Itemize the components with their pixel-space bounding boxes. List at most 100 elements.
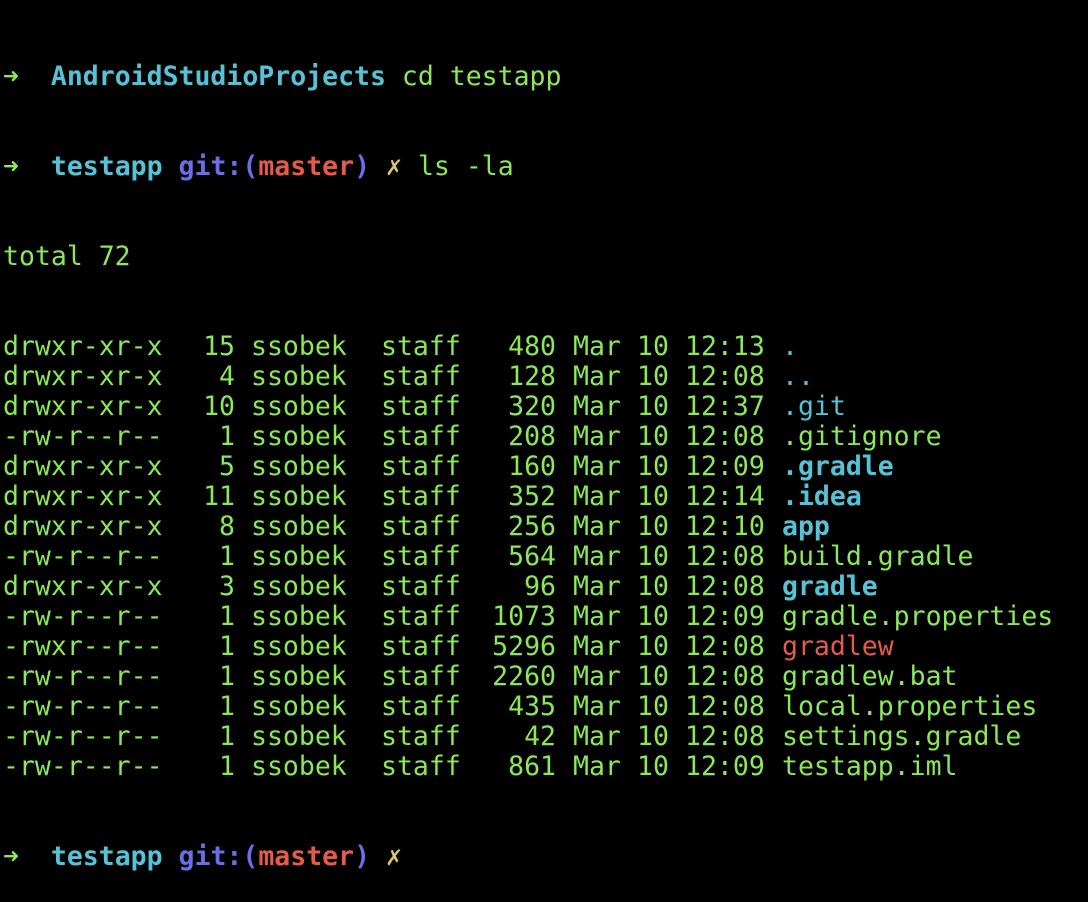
file-name: gradle xyxy=(782,571,878,602)
file-owner: ssobek xyxy=(251,751,347,782)
file-month: Mar xyxy=(573,691,621,722)
file-size: 256 xyxy=(508,511,556,542)
listing-row: drwxr-xr-x 10 ssobek staff 320 Mar 10 12:37 .git xyxy=(3,392,1088,422)
file-time: 12:08 xyxy=(685,571,765,602)
prompt-cwd: AndroidStudioProjects xyxy=(50,61,386,92)
file-group: staff xyxy=(381,661,461,692)
prompt-line-2: ➜ testapp git:(master) ✗ ls -la xyxy=(3,152,1088,182)
file-day: 10 xyxy=(637,361,669,392)
file-group: staff xyxy=(381,721,461,752)
file-name: build.gradle xyxy=(782,541,974,572)
listing-total: total 72 xyxy=(3,241,131,272)
file-day: 10 xyxy=(637,451,669,482)
file-owner: ssobek xyxy=(251,571,347,602)
file-permissions: -rw-r--r-- xyxy=(3,421,163,452)
file-day: 10 xyxy=(637,631,669,662)
file-owner: ssobek xyxy=(251,541,347,572)
git-dirty-icon: ✗ xyxy=(386,841,402,872)
file-time: 12:13 xyxy=(685,331,765,362)
file-time: 12:09 xyxy=(685,601,765,632)
listing-row: -rw-r--r-- 1 ssobek staff 564 Mar 10 12:08 build… xyxy=(3,542,1088,572)
listing-row: drwxr-xr-x 5 ssobek staff 160 Mar 10 12:09 .grad… xyxy=(3,452,1088,482)
file-time: 12:08 xyxy=(685,661,765,692)
file-name: local.properties xyxy=(782,691,1038,722)
file-permissions: drwxr-xr-x xyxy=(3,511,163,542)
file-time: 12:08 xyxy=(685,421,765,452)
file-size: 480 xyxy=(508,331,556,362)
file-permissions: -rw-r--r-- xyxy=(3,541,163,572)
file-group: staff xyxy=(381,331,461,362)
file-day: 10 xyxy=(637,721,669,752)
file-group: staff xyxy=(381,751,461,782)
file-owner: ssobek xyxy=(251,451,347,482)
file-name: . xyxy=(782,331,798,362)
file-owner: ssobek xyxy=(251,631,347,662)
file-link-count: 1 xyxy=(219,601,235,632)
file-time: 12:08 xyxy=(685,361,765,392)
file-month: Mar xyxy=(573,571,621,602)
file-owner: ssobek xyxy=(251,481,347,512)
file-month: Mar xyxy=(573,541,621,572)
file-link-count: 4 xyxy=(219,361,235,392)
file-month: Mar xyxy=(573,721,621,752)
prompt-line-1: ➜ AndroidStudioProjects cd testapp xyxy=(3,62,1088,92)
file-day: 10 xyxy=(637,331,669,362)
file-owner: ssobek xyxy=(251,661,347,692)
file-size: 1073 xyxy=(492,601,556,632)
file-day: 10 xyxy=(637,511,669,542)
file-month: Mar xyxy=(573,751,621,782)
file-size: 564 xyxy=(508,541,556,572)
file-day: 10 xyxy=(637,391,669,422)
file-day: 10 xyxy=(637,661,669,692)
file-group: staff xyxy=(381,391,461,422)
listing-row: -rw-r--r-- 1 ssobek staff 1073 Mar 10 12:09 grad… xyxy=(3,602,1088,632)
file-owner: ssobek xyxy=(251,421,347,452)
listing-row: -rw-r--r-- 1 ssobek staff 435 Mar 10 12:08 local… xyxy=(3,692,1088,722)
file-permissions: drwxr-xr-x xyxy=(3,331,163,362)
prompt-arrow-icon: ➜ xyxy=(3,151,19,182)
file-day: 10 xyxy=(637,481,669,512)
terminal-window[interactable]: ➜ AndroidStudioProjects cd testapp ➜ tes… xyxy=(0,0,1088,872)
file-time: 12:10 xyxy=(685,511,765,542)
file-permissions: drwxr-xr-x xyxy=(3,361,163,392)
file-size: 128 xyxy=(508,361,556,392)
file-owner: ssobek xyxy=(251,691,347,722)
file-month: Mar xyxy=(573,391,621,422)
prompt-line-3[interactable]: ➜ testapp git:(master) ✗ xyxy=(3,842,1088,872)
file-name: app xyxy=(782,511,830,542)
git-label: git: xyxy=(178,151,243,182)
file-size: 96 xyxy=(524,571,556,602)
listing-row: drwxr-xr-x 3 ssobek staff 96 Mar 10 12:08 gradle xyxy=(3,572,1088,602)
file-link-count: 1 xyxy=(219,691,235,722)
file-permissions: drwxr-xr-x xyxy=(3,481,163,512)
git-close-paren: ) xyxy=(354,151,371,182)
file-time: 12:09 xyxy=(685,451,765,482)
file-month: Mar xyxy=(573,631,621,662)
listing-row: drwxr-xr-x 8 ssobek staff 256 Mar 10 12:10 app xyxy=(3,512,1088,542)
git-label: git: xyxy=(178,841,243,872)
git-branch: master xyxy=(258,841,355,872)
file-permissions: -rw-r--r-- xyxy=(3,661,163,692)
git-branch: master xyxy=(258,151,355,182)
file-size: 42 xyxy=(524,721,556,752)
git-dirty-icon: ✗ xyxy=(386,151,402,182)
listing-row: drwxr-xr-x 11 ssobek staff 352 Mar 10 12:14 .ide… xyxy=(3,482,1088,512)
prompt-command: cd testapp xyxy=(401,61,562,92)
file-group: staff xyxy=(381,451,461,482)
listing-row: -rw-r--r-- 1 ssobek staff 42 Mar 10 12:08 settin… xyxy=(3,722,1088,752)
file-day: 10 xyxy=(637,421,669,452)
directory-listing: drwxr-xr-x 1 5 ssobek staff 480 Mar 10 12:13. drw… xyxy=(3,332,1088,782)
file-day: 10 xyxy=(637,571,669,602)
file-permissions: drwxr-xr-x xyxy=(3,571,163,602)
file-permissions: -rw-r--r-- xyxy=(3,601,163,632)
file-day: 10 xyxy=(637,691,669,722)
file-name: gradlew xyxy=(782,631,894,662)
file-permissions: drwxr-xr-x xyxy=(3,451,163,482)
file-size: 320 xyxy=(508,391,556,422)
listing-row: drwxr-xr-x 4 ssobek staff 128 Mar 10 12:08.. xyxy=(3,362,1088,392)
file-group: staff xyxy=(381,511,461,542)
file-name: .idea xyxy=(782,481,862,512)
file-link-count: 1 xyxy=(219,721,235,752)
file-link-count: 5 xyxy=(219,451,235,482)
file-name: settings.gradle xyxy=(782,721,1022,752)
